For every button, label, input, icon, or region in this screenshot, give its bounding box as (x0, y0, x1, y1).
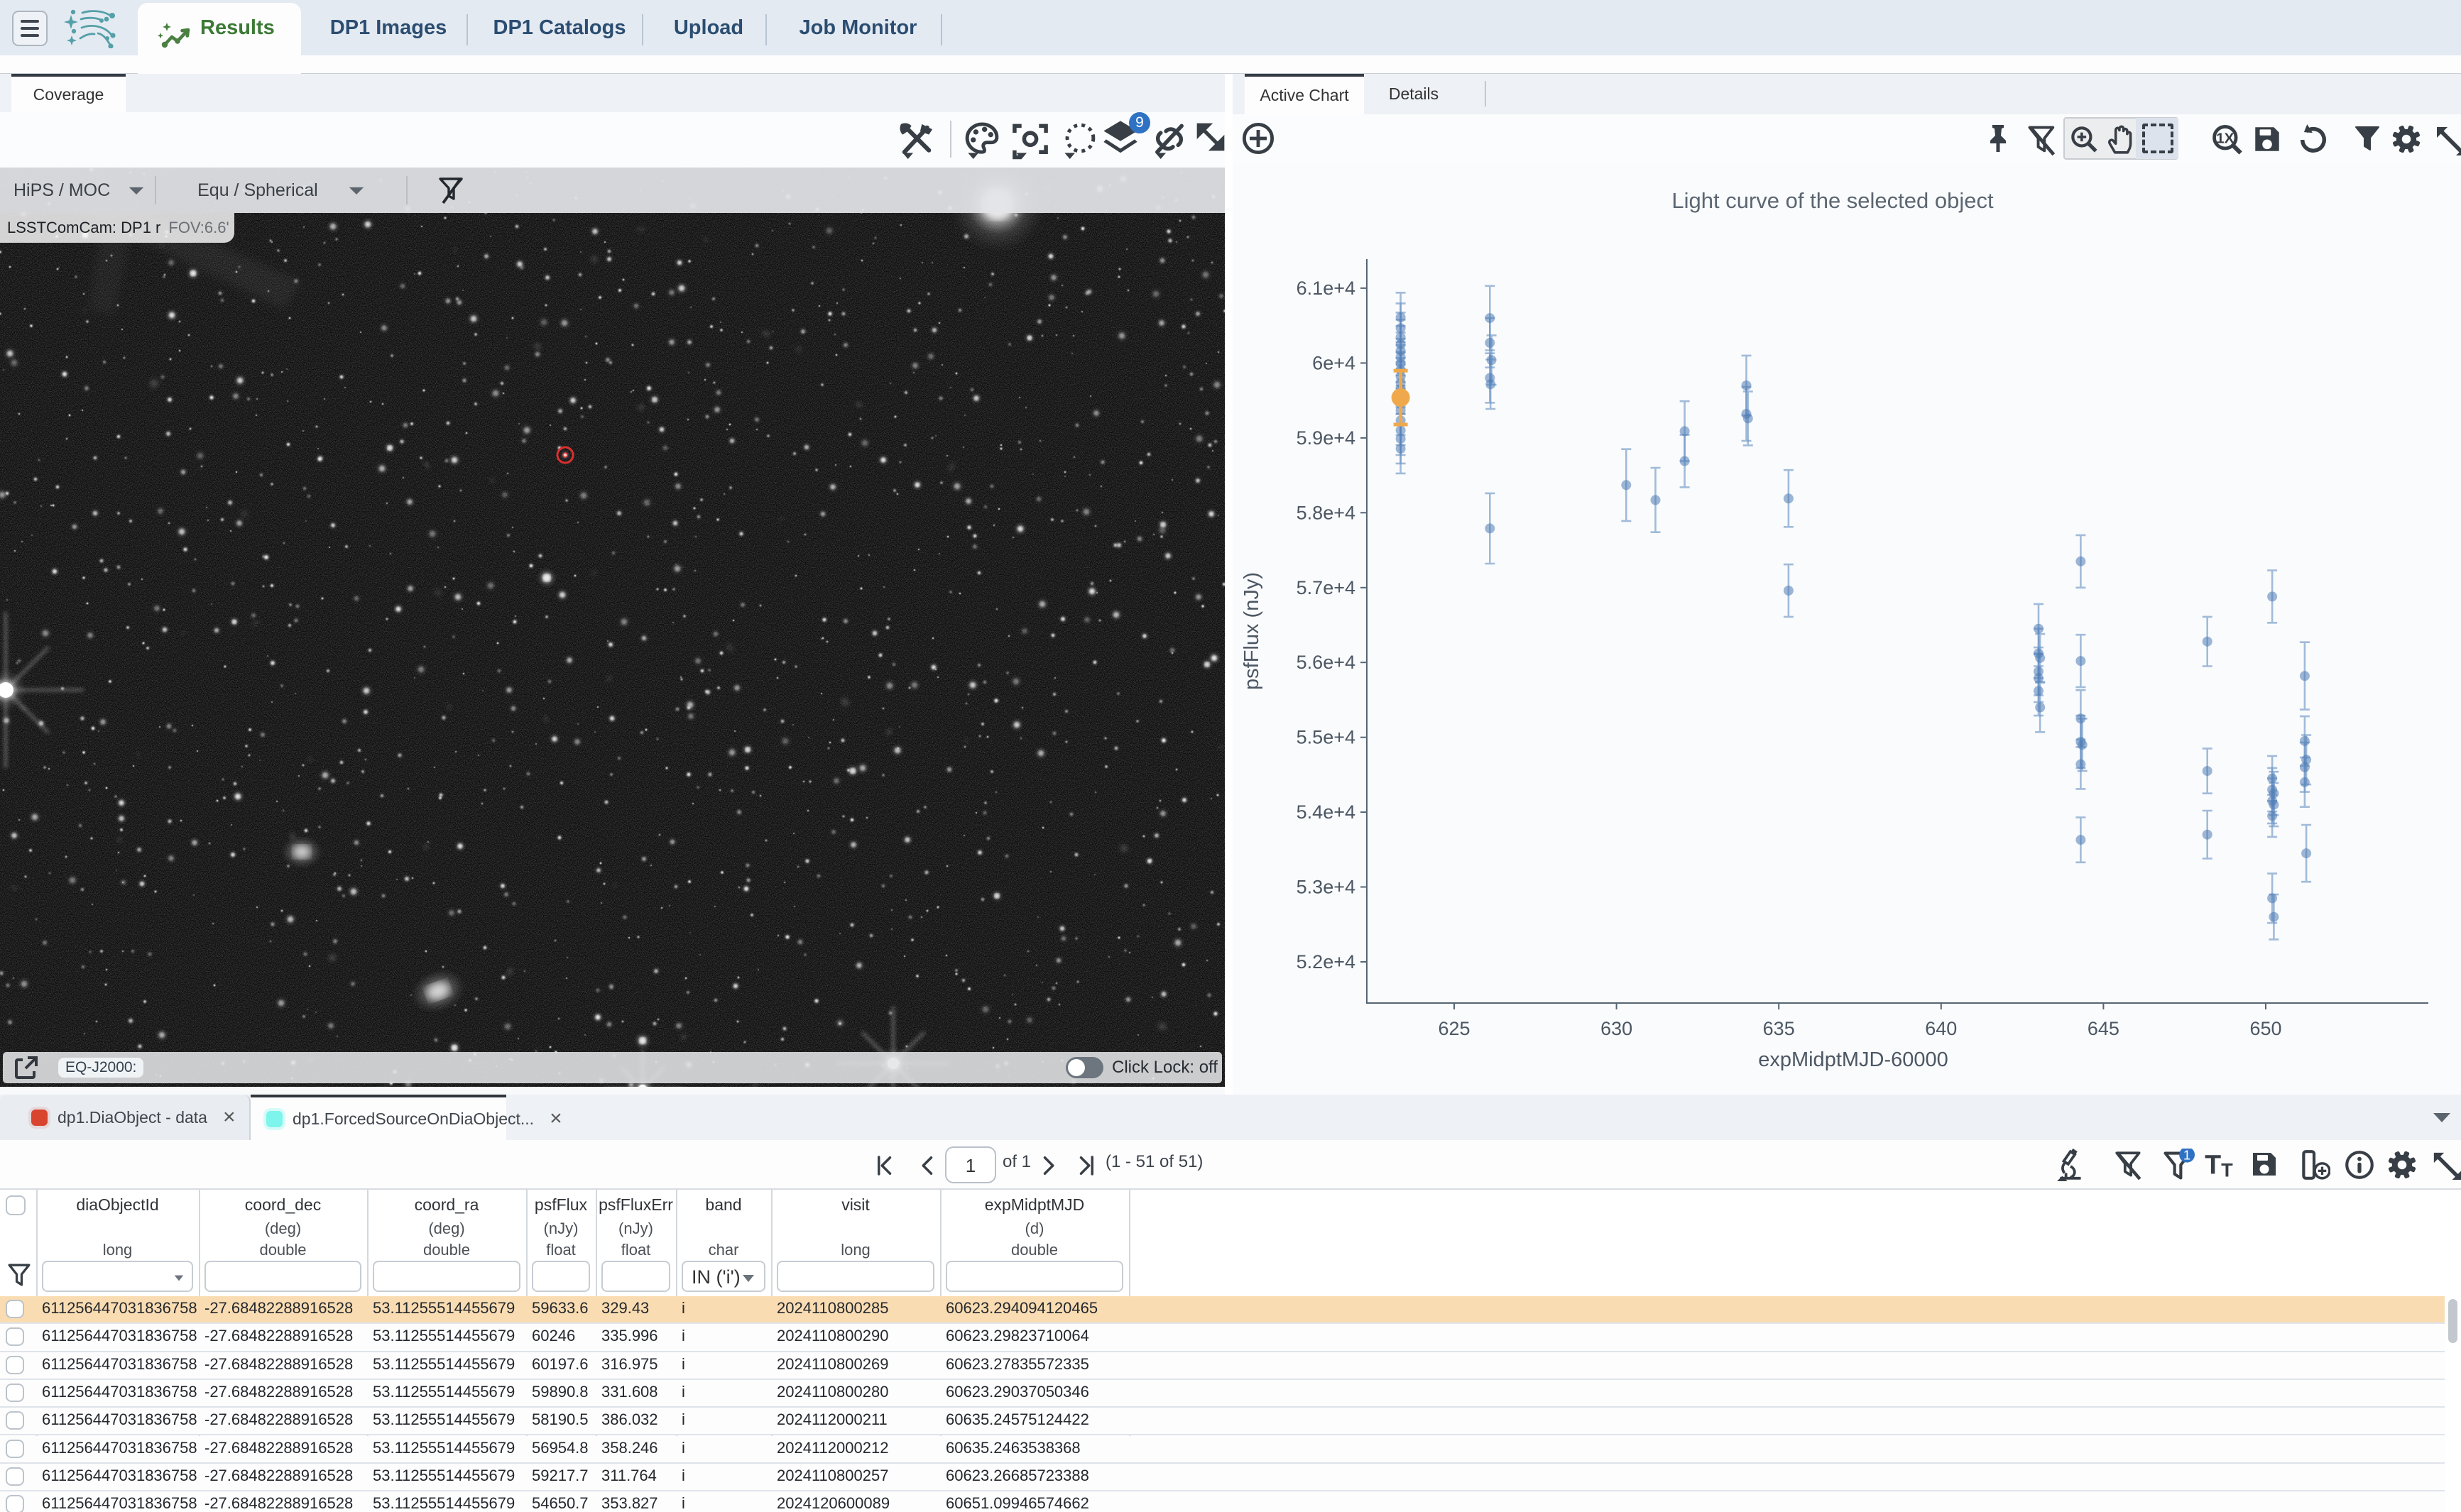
svg-text:5.5e+4: 5.5e+4 (1297, 727, 1355, 748)
svg-text:1X: 1X (2216, 130, 2234, 146)
svg-text:5.8e+4: 5.8e+4 (1297, 502, 1355, 523)
svg-text:psfFlux (nJy): psfFlux (nJy) (1240, 572, 1263, 690)
svg-text:5.7e+4: 5.7e+4 (1297, 577, 1355, 598)
svg-text:expMidptMJD-60000: expMidptMJD-60000 (1758, 1048, 1948, 1071)
svg-text:5.9e+4: 5.9e+4 (1297, 427, 1355, 449)
svg-text:635: 635 (1763, 1018, 1795, 1039)
svg-text:6e+4: 6e+4 (1312, 352, 1355, 373)
svg-text:630: 630 (1600, 1018, 1632, 1039)
svg-text:5.6e+4: 5.6e+4 (1297, 652, 1355, 673)
svg-text:645: 645 (2088, 1018, 2119, 1039)
svg-text:6.1e+4: 6.1e+4 (1297, 278, 1355, 299)
svg-text:5.4e+4: 5.4e+4 (1297, 801, 1355, 823)
svg-text:650: 650 (2249, 1018, 2281, 1039)
svg-text:640: 640 (1925, 1018, 1957, 1039)
svg-text:5.3e+4: 5.3e+4 (1297, 877, 1355, 898)
svg-text:Light curve of the selected ob: Light curve of the selected object (1671, 188, 1994, 213)
svg-text:1: 1 (2183, 1149, 2190, 1162)
svg-text:T: T (2205, 1150, 2221, 1180)
svg-text:5.2e+4: 5.2e+4 (1297, 951, 1355, 973)
svg-text:625: 625 (1438, 1018, 1470, 1039)
svg-text:T: T (2221, 1159, 2233, 1181)
